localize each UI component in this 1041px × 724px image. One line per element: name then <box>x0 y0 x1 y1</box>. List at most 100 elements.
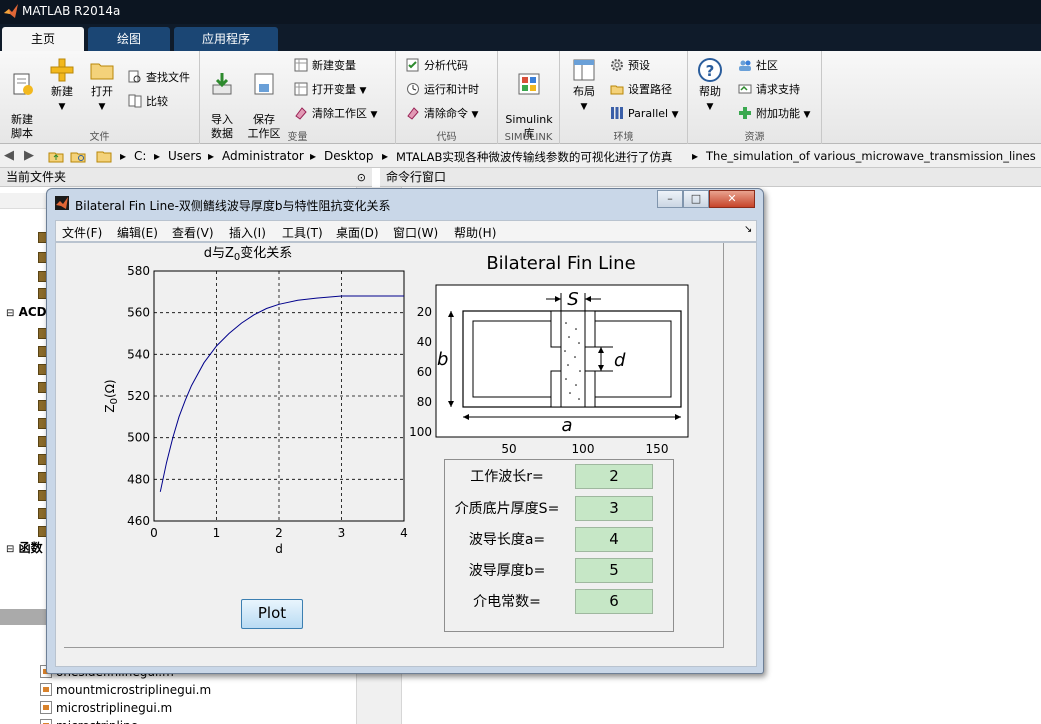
tab-home[interactable]: 主页 <box>2 27 84 51</box>
label-a: a <box>561 415 572 436</box>
menu-window[interactable]: 窗口(W) <box>393 224 438 241</box>
permittivity-input[interactable]: 6 <box>575 589 653 614</box>
menu-help[interactable]: 帮助(H) <box>454 224 496 241</box>
up-folder-icon[interactable] <box>48 148 64 164</box>
waveguide-thickness-input[interactable]: 5 <box>575 558 653 583</box>
breadcrumb-separator: ▸ <box>154 149 161 163</box>
ribbon: 新建 脚本 新建 ▼ 打开 ▼ 查找文件 比较 文件 导入 数据 保存 工作区 新建… <box>0 51 1041 144</box>
series-line <box>159 295 404 492</box>
menu-desktop[interactable]: 桌面(D) <box>336 224 379 241</box>
set-path-label: 设置路径 <box>628 83 672 96</box>
panel-actions-icon[interactable]: ⊙ <box>357 168 366 187</box>
browse-folder-icon[interactable] <box>70 148 86 164</box>
open-button[interactable]: 打开 ▼ <box>82 57 122 114</box>
new-variable-icon <box>294 58 308 72</box>
run-and-time-icon <box>407 83 419 95</box>
param-label-permittivity: 介电常数= <box>473 594 541 610</box>
menu-edit[interactable]: 编辑(E) <box>117 224 158 241</box>
menubar-dock-icon[interactable]: ↘ <box>744 224 752 235</box>
community-label: 社区 <box>756 59 778 72</box>
ribbon-group-simulink: Simulink 库 SIMULINK <box>498 51 560 144</box>
menu-tools[interactable]: 工具(T) <box>282 224 323 241</box>
back-arrow-icon[interactable]: ◀ <box>4 148 14 163</box>
figure-title: Bilateral Fin Line-双侧鳍线波导厚度b与特性阻抗变化关系 <box>75 199 391 213</box>
simulink-library-button[interactable]: Simulink 库 <box>503 57 555 141</box>
request-support-button[interactable]: 请求支持 <box>738 81 800 99</box>
community-icon <box>739 60 751 71</box>
list-item[interactable]: microstriplinegui.m <box>40 701 172 715</box>
save-workspace-icon <box>254 73 274 95</box>
app-titlebar: MATLAB R2014a <box>0 0 1041 24</box>
breadcrumb-desktop[interactable]: Desktop <box>324 149 374 163</box>
parallel-button[interactable]: Parallel ▼ <box>610 105 679 123</box>
layout-label: 布局 <box>573 85 595 98</box>
maximize-button[interactable]: □ <box>683 190 709 208</box>
tab-plots[interactable]: 绘图 <box>88 27 170 51</box>
simulink-library-icon <box>518 73 540 95</box>
compare-button[interactable]: 比较 <box>128 93 168 111</box>
clear-workspace-button[interactable]: 清除工作区 ▼ <box>294 105 377 123</box>
close-button[interactable]: ✕ <box>709 190 755 208</box>
tab-apps[interactable]: 应用程序 <box>174 27 278 51</box>
diagram-ytick: 40 <box>417 335 432 349</box>
menu-view[interactable]: 查看(V) <box>172 224 214 241</box>
community-button[interactable]: 社区 <box>738 57 778 75</box>
menu-insert[interactable]: 插入(I) <box>229 224 266 241</box>
breadcrumb-users[interactable]: Users <box>168 149 202 163</box>
figure-window: Bilateral Fin Line-双侧鳍线波导厚度b与特性阻抗变化关系 – … <box>46 188 764 674</box>
layout-button[interactable]: 布局 ▼ <box>564 57 604 114</box>
file-group-label: 文件 <box>89 132 110 143</box>
preferences-button[interactable]: 预设 <box>610 57 650 75</box>
svg-text:?: ? <box>706 62 715 80</box>
add-ons-button[interactable]: 附加功能 ▼ <box>738 105 810 123</box>
list-item[interactable]: mountmicrostriplinegui.m <box>40 683 211 697</box>
breadcrumb-simulation-folder[interactable]: The_simulation_of various_microwave_tran… <box>706 149 1036 163</box>
tree-group-functions[interactable]: ⊟ 函数 <box>6 539 43 556</box>
clear-commands-button[interactable]: 清除命令 ▼ <box>406 105 478 123</box>
analyze-code-button[interactable]: 分析代码 <box>406 57 468 75</box>
list-item[interactable]: microstripline <box>40 719 138 724</box>
command-window-header: 命令行窗口 <box>380 168 1041 187</box>
layout-icon <box>573 59 595 81</box>
waveguide-length-input[interactable]: 4 <box>575 527 653 552</box>
z0-vs-d-chart[interactable]: d与Z0变化关系 0 1 2 3 4 460 480 500 520 540 560 580 d Z… <box>86 243 416 563</box>
breadcrumb-c[interactable]: C: <box>134 149 146 163</box>
run-and-time-label: 运行和计时 <box>424 83 479 96</box>
substrate-thickness-input[interactable]: 3 <box>575 496 653 521</box>
chart-title: d与Z0变化关系 <box>204 245 293 263</box>
label-s: S <box>567 289 578 310</box>
m-file-icon <box>40 701 52 714</box>
plot-button[interactable]: Plot <box>241 599 303 629</box>
diagram-xtick: 50 <box>501 442 516 456</box>
find-files-label: 查找文件 <box>146 71 190 84</box>
menu-file[interactable]: 文件(F) <box>62 224 102 241</box>
tree-group-acd[interactable]: ⊟ ACD <box>6 305 47 319</box>
x-axis-label: d <box>275 542 283 556</box>
environment-group-label: 环境 <box>613 132 634 143</box>
help-button[interactable]: ? 帮助 ▼ <box>690 57 730 114</box>
open-label: 打开 <box>91 85 113 98</box>
parallel-label: Parallel <box>628 107 669 120</box>
y-tick-label: 540 <box>127 347 150 361</box>
breadcrumb-separator: ▸ <box>208 149 215 163</box>
open-variable-button[interactable]: 打开变量 ▼ <box>294 81 366 99</box>
run-and-time-button[interactable]: 运行和计时 <box>406 81 479 99</box>
set-path-button[interactable]: 设置路径 <box>610 81 672 99</box>
minimize-button[interactable]: – <box>657 190 683 208</box>
ribbon-group-resources: ? 帮助 ▼ 社区 请求支持 附加功能 ▼ 资源 <box>688 51 822 144</box>
wavelength-input[interactable]: 2 <box>575 464 653 489</box>
find-files-button[interactable]: 查找文件 <box>128 69 190 87</box>
param-label-substrate-thickness: 介质底片厚度S= <box>454 501 560 517</box>
new-variable-button[interactable]: 新建变量 <box>294 57 356 75</box>
ribbon-group-environment: 布局 ▼ 预设 设置路径 Parallel ▼ 环境 <box>560 51 688 144</box>
forward-arrow-icon[interactable]: ▶ <box>24 148 34 163</box>
x-tick-label: 2 <box>275 526 283 540</box>
y-tick-label: 520 <box>127 389 150 403</box>
new-button[interactable]: 新建 ▼ <box>42 57 82 114</box>
breadcrumb-project-folder[interactable]: MTALAB实现各种微波传输线参数的可视化进行了仿真 <box>396 149 672 165</box>
breadcrumb-administrator[interactable]: Administrator <box>222 149 304 163</box>
selected-row[interactable] <box>0 609 46 625</box>
y-tick-label: 480 <box>127 472 150 486</box>
open-variable-icon <box>294 82 308 96</box>
address-bar: ◀ ▶ ▸ C: ▸ Users ▸ Administrator ▸ Deskt… <box>0 144 1041 168</box>
